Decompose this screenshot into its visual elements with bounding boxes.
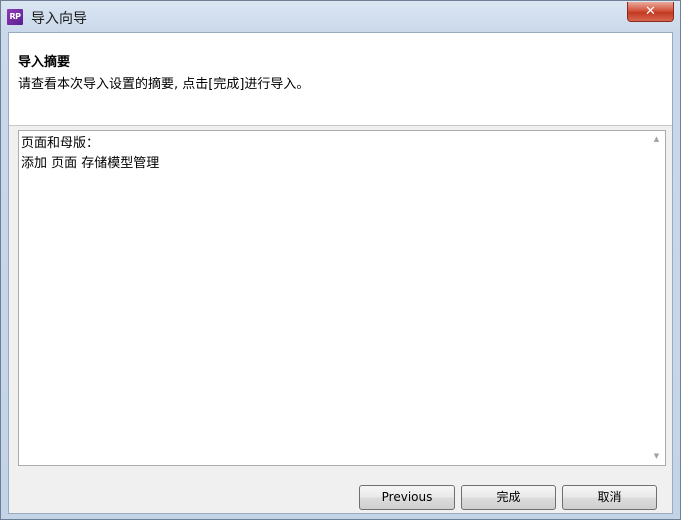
cancel-button[interactable]: 取消 (562, 485, 657, 510)
app-icon-label: RP (9, 12, 21, 21)
wizard-header: 导入摘要 请查看本次导入设置的摘要, 点击[完成]进行导入。 (9, 33, 672, 126)
page-description: 请查看本次导入设置的摘要, 点击[完成]进行导入。 (18, 77, 310, 92)
wizard-footer: Previous 完成 取消 (9, 473, 672, 513)
finish-button[interactable]: 完成 (461, 485, 556, 510)
window-title: 导入向导 (31, 11, 87, 27)
previous-button[interactable]: Previous (359, 485, 455, 510)
wizard-client-area: 导入摘要 请查看本次导入设置的摘要, 点击[完成]进行导入。 页面和母版： 添加… (8, 32, 673, 514)
summary-text-area[interactable]: 页面和母版： 添加 页面 存储模型管理 ▲ ▼ (18, 130, 666, 466)
page-title: 导入摘要 (18, 55, 71, 70)
import-wizard-window: RP 导入向导 ✕ 导入摘要 请查看本次导入设置的摘要, 点击[完成]进行导入。… (0, 0, 681, 520)
title-bar[interactable]: RP 导入向导 ✕ (1, 1, 680, 32)
summary-line: 添加 页面 存储模型管理 (21, 156, 160, 171)
rp-app-icon: RP (7, 9, 23, 25)
summary-line: 页面和母版： (21, 136, 100, 151)
close-icon: ✕ (645, 4, 656, 19)
summary-content: 页面和母版： 添加 页面 存储模型管理 (21, 134, 641, 174)
vertical-scrollbar[interactable]: ▲ ▼ (648, 131, 665, 465)
scroll-down-arrow-icon[interactable]: ▼ (648, 448, 665, 465)
close-button[interactable]: ✕ (627, 2, 674, 22)
scroll-up-arrow-icon[interactable]: ▲ (648, 131, 665, 148)
